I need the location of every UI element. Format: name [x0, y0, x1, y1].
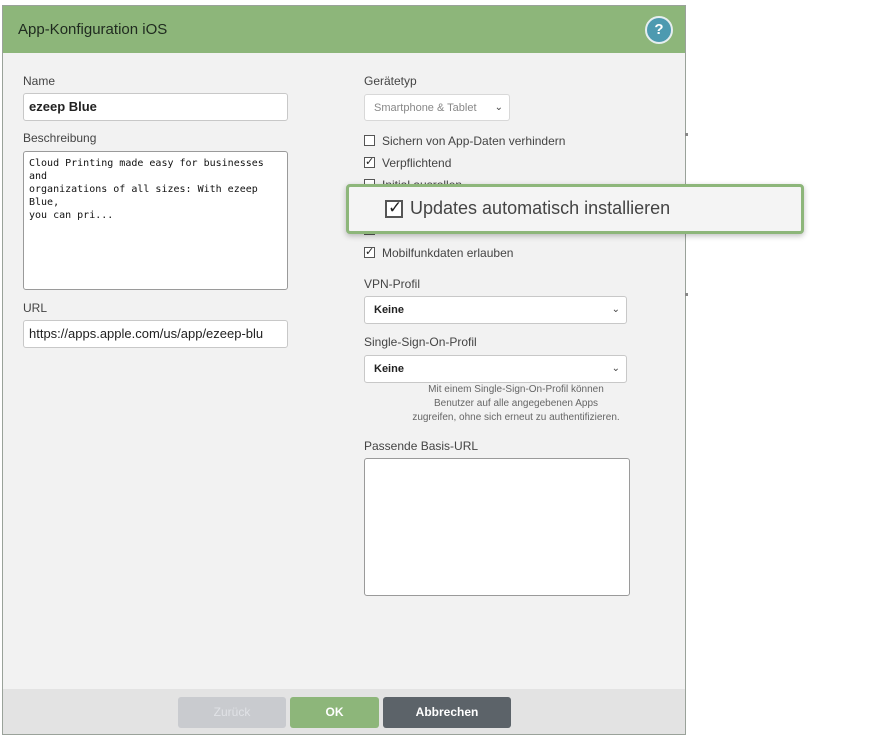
device-type-value: Smartphone & Tablet: [374, 102, 477, 114]
checkbox-label: Verpflichtend: [382, 156, 452, 170]
dialog-title: App-Konfiguration iOS: [18, 21, 168, 38]
vpn-profile-value: Keine: [374, 304, 404, 316]
check-icon: ✓: [365, 246, 375, 258]
description-textarea[interactable]: Cloud Printing made easy for businesses …: [23, 151, 288, 290]
chevron-down-icon: ⌄: [611, 363, 620, 374]
device-type-select[interactable]: Smartphone & Tablet ⌄: [364, 94, 510, 121]
description-label: Beschreibung: [23, 131, 97, 145]
edge-marker: [685, 293, 688, 296]
device-type-label: Gerätetyp: [364, 74, 417, 88]
cancel-button[interactable]: Abbrechen: [383, 697, 511, 728]
base-url-label: Passende Basis-URL: [364, 439, 479, 453]
dialog-footer: Zurück OK Abbrechen: [3, 689, 685, 734]
checkbox-box[interactable]: ✓: [364, 156, 375, 168]
dialog-header: App-Konfiguration iOS ?: [3, 6, 685, 53]
base-url-textarea[interactable]: [364, 458, 630, 596]
check-icon: ✓: [388, 198, 403, 217]
ok-button[interactable]: OK: [290, 697, 379, 728]
edge-marker: [685, 133, 688, 136]
checkbox-label: Sichern von App-Daten verhindern: [382, 134, 566, 148]
callout-checkbox[interactable]: ✓: [385, 198, 403, 218]
sso-profile-label: Single-Sign-On-Profil: [364, 335, 477, 349]
zoom-callout: ✓ Updates automatisch installieren: [346, 184, 804, 234]
checkbox-label: Mobilfunkdaten erlauben: [382, 246, 514, 260]
vpn-profile-select[interactable]: Keine ⌄: [364, 296, 627, 324]
sso-profile-value: Keine: [374, 363, 404, 375]
help-icon: ?: [647, 18, 671, 42]
checkbox-box[interactable]: ✓: [364, 246, 375, 258]
help-button[interactable]: ?: [645, 16, 673, 44]
name-label: Name: [23, 74, 56, 88]
sso-profile-select[interactable]: Keine ⌄: [364, 355, 627, 383]
check-icon: ✓: [365, 156, 375, 168]
sso-hint-text: Mit einem Single-Sign-On-Profil können B…: [412, 384, 620, 423]
name-input[interactable]: ezeep Blue: [23, 93, 288, 121]
back-button[interactable]: Zurück: [178, 697, 286, 728]
callout-label: Updates automatisch installieren: [410, 198, 671, 218]
app-config-dialog: App-Konfiguration iOS ? Name ezeep Blue …: [2, 5, 686, 735]
url-label: URL: [23, 301, 48, 315]
vpn-profile-label: VPN-Profil: [364, 277, 421, 291]
url-input[interactable]: https://apps.apple.com/us/app/ezeep-blu: [23, 320, 288, 348]
checkbox-box[interactable]: [364, 135, 375, 146]
chevron-down-icon: ⌄: [494, 102, 503, 113]
chevron-down-icon: ⌄: [611, 304, 620, 315]
